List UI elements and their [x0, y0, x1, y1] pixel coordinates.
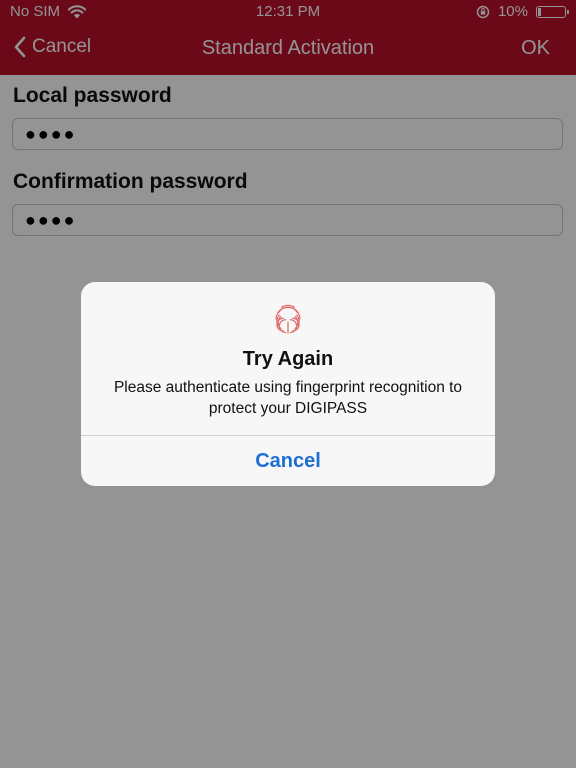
app-screen: No SIM 12:31 PM 10% Cancel Standard Acti… [0, 0, 576, 768]
modal-overlay: Try Again Please authenticate using fing… [0, 0, 576, 768]
dialog-title: Try Again [242, 348, 334, 370]
fingerprint-icon [275, 304, 301, 334]
dialog-cancel-button[interactable]: Cancel [81, 436, 495, 486]
dialog-message: Please authenticate using fingerprint re… [113, 379, 463, 417]
fingerprint-dialog: Try Again Please authenticate using fing… [81, 282, 495, 486]
